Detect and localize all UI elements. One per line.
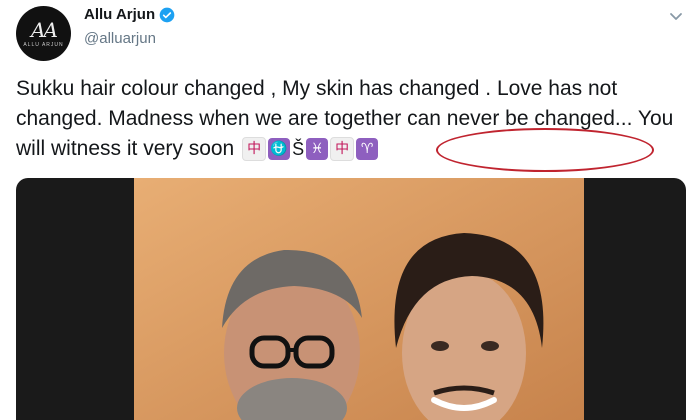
author-handle[interactable]: @alluarjun	[84, 30, 156, 47]
verified-badge-icon	[159, 7, 175, 22]
tweet-symbol-sequence: 中 ⛎ Š ♓ 中 ♈	[240, 134, 379, 164]
avatar-monogram: AA	[31, 17, 58, 42]
author-name-row: Allu Arjun	[84, 6, 175, 23]
author-name[interactable]: Allu Arjun	[84, 6, 155, 23]
symbol-3: Š	[292, 139, 305, 160]
chevron-down-icon[interactable]	[668, 8, 684, 24]
highlight-circle-annotation	[436, 128, 654, 172]
symbol-5: 中	[330, 137, 355, 162]
symbol-4: ♓	[306, 138, 329, 161]
avatar[interactable]: AA ALLU ARJUN	[16, 6, 71, 61]
tweet-media[interactable]	[16, 178, 686, 420]
avatar-caption: ALLU ARJUN	[23, 41, 64, 48]
symbol-6: ♈	[356, 138, 379, 161]
symbol-2: ⛎	[268, 138, 291, 161]
symbol-1: 中	[242, 137, 267, 162]
photo-illustration	[134, 178, 584, 420]
tweet-photo[interactable]	[134, 178, 584, 420]
